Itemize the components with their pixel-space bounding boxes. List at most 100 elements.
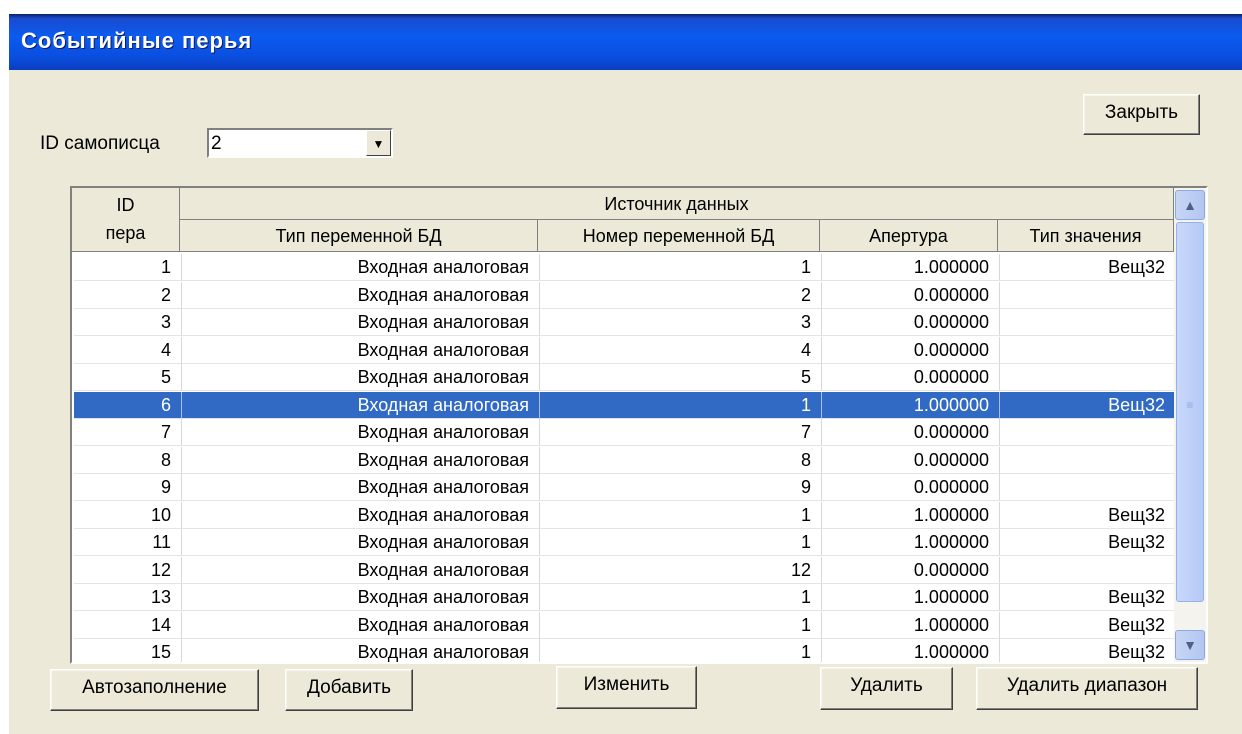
cell-pen-id[interactable]: 6 (74, 391, 182, 419)
cell-var-type[interactable]: Входная аналоговая (182, 364, 540, 391)
cell-aperture[interactable]: 1.000000 (822, 529, 1000, 556)
cell-var-number[interactable]: 1 (540, 611, 822, 639)
cell-value-type[interactable]: Вещ32 (1000, 529, 1176, 556)
add-button[interactable]: Добавить (285, 669, 413, 711)
cell-var-type[interactable]: Входная аналоговая (182, 556, 540, 584)
vertical-scrollbar[interactable]: ▲ ≡ ▼ (1174, 188, 1206, 662)
cell-aperture[interactable]: 1.000000 (822, 639, 1000, 662)
cell-var-number[interactable]: 2 (540, 281, 822, 309)
table-row[interactable]: 10 Входная аналоговая 1 1.000000 Вещ32 (74, 501, 1176, 529)
table-row[interactable]: 5 Входная аналоговая 5 0.000000 (74, 364, 1176, 391)
table-row[interactable]: 2 Входная аналоговая 2 0.000000 (74, 281, 1176, 309)
autofill-button[interactable]: Автозаполнение (50, 669, 259, 711)
table-row[interactable]: 14 Входная аналоговая 1 1.000000 Вещ32 (74, 611, 1176, 639)
cell-var-number[interactable]: 1 (540, 254, 822, 281)
scrollbar-thumb[interactable]: ≡ (1176, 222, 1204, 602)
cell-pen-id[interactable]: 13 (74, 584, 182, 611)
cell-var-type[interactable]: Входная аналоговая (182, 639, 540, 662)
column-header-var-number[interactable]: Номер переменной БД (538, 220, 820, 252)
cell-var-type[interactable]: Входная аналоговая (182, 281, 540, 309)
cell-value-type[interactable] (1000, 474, 1176, 501)
cell-var-number[interactable]: 8 (540, 446, 822, 474)
cell-var-number[interactable]: 1 (540, 639, 822, 662)
column-header-pen-id[interactable]: ID пера (72, 188, 180, 252)
cell-value-type[interactable]: Вещ32 (1000, 391, 1176, 419)
edit-button[interactable]: Изменить (556, 666, 697, 709)
cell-aperture[interactable]: 1.000000 (822, 611, 1000, 639)
cell-var-number[interactable]: 1 (540, 391, 822, 419)
cell-value-type[interactable]: Вещ32 (1000, 639, 1176, 662)
table-row[interactable]: 3 Входная аналоговая 3 0.000000 (74, 309, 1176, 336)
table-row[interactable]: 12 Входная аналоговая 12 0.000000 (74, 556, 1176, 584)
table-row[interactable]: 4 Входная аналоговая 4 0.000000 (74, 336, 1176, 364)
cell-aperture[interactable]: 0.000000 (822, 309, 1000, 336)
table-row[interactable]: 7 Входная аналоговая 7 0.000000 (74, 419, 1176, 446)
cell-pen-id[interactable]: 12 (74, 556, 182, 584)
cell-var-type[interactable]: Входная аналоговая (182, 584, 540, 611)
cell-aperture[interactable]: 0.000000 (822, 556, 1000, 584)
cell-var-type[interactable]: Входная аналоговая (182, 446, 540, 474)
table-row[interactable]: 9 Входная аналоговая 9 0.000000 (74, 474, 1176, 501)
cell-var-number[interactable]: 9 (540, 474, 822, 501)
table-row[interactable]: 13 Входная аналоговая 1 1.000000 Вещ32 (74, 584, 1176, 611)
cell-value-type[interactable] (1000, 364, 1176, 391)
cell-var-type[interactable]: Входная аналоговая (182, 391, 540, 419)
cell-var-type[interactable]: Входная аналоговая (182, 529, 540, 556)
cell-pen-id[interactable]: 15 (74, 639, 182, 662)
cell-aperture[interactable]: 1.000000 (822, 391, 1000, 419)
cell-aperture[interactable]: 1.000000 (822, 501, 1000, 529)
cell-aperture[interactable]: 0.000000 (822, 446, 1000, 474)
delete-range-button[interactable]: Удалить диапазон (976, 667, 1198, 710)
cell-pen-id[interactable]: 2 (74, 281, 182, 309)
cell-aperture[interactable]: 0.000000 (822, 419, 1000, 446)
scroll-up-icon[interactable]: ▲ (1175, 190, 1205, 220)
cell-pen-id[interactable]: 1 (74, 254, 182, 281)
cell-var-number[interactable]: 12 (540, 556, 822, 584)
cell-var-number[interactable]: 1 (540, 584, 822, 611)
cell-var-number[interactable]: 7 (540, 419, 822, 446)
cell-aperture[interactable]: 0.000000 (822, 281, 1000, 309)
column-header-aperture[interactable]: Апертура (820, 220, 998, 252)
recorder-id-select[interactable]: 2 ▼ (207, 128, 393, 158)
cell-pen-id[interactable]: 9 (74, 474, 182, 501)
cell-pen-id[interactable]: 11 (74, 529, 182, 556)
cell-aperture[interactable]: 0.000000 (822, 474, 1000, 501)
cell-pen-id[interactable]: 14 (74, 611, 182, 639)
cell-pen-id[interactable]: 7 (74, 419, 182, 446)
table-row[interactable]: 15 Входная аналоговая 1 1.000000 Вещ32 (74, 639, 1176, 662)
cell-var-type[interactable]: Входная аналоговая (182, 336, 540, 364)
table-row[interactable]: 8 Входная аналоговая 8 0.000000 (74, 446, 1176, 474)
cell-var-type[interactable]: Входная аналоговая (182, 309, 540, 336)
scroll-down-icon[interactable]: ▼ (1175, 630, 1205, 660)
cell-var-type[interactable]: Входная аналоговая (182, 611, 540, 639)
cell-pen-id[interactable]: 10 (74, 501, 182, 529)
cell-pen-id[interactable]: 5 (74, 364, 182, 391)
column-header-var-type[interactable]: Тип переменной БД (180, 220, 538, 252)
table-row[interactable]: 1 Входная аналоговая 1 1.000000 Вещ32 (74, 254, 1176, 281)
cell-var-type[interactable]: Входная аналоговая (182, 474, 540, 501)
cell-value-type[interactable] (1000, 309, 1176, 336)
cell-value-type[interactable] (1000, 556, 1176, 584)
table-row[interactable]: 6 Входная аналоговая 1 1.000000 Вещ32 (74, 391, 1176, 419)
cell-pen-id[interactable]: 3 (74, 309, 182, 336)
cell-value-type[interactable]: Вещ32 (1000, 584, 1176, 611)
cell-value-type[interactable] (1000, 336, 1176, 364)
title-bar[interactable]: Событийные перья (9, 14, 1242, 70)
dropdown-arrow-icon[interactable]: ▼ (366, 130, 391, 156)
cell-aperture[interactable]: 0.000000 (822, 364, 1000, 391)
cell-var-number[interactable]: 5 (540, 364, 822, 391)
cell-var-type[interactable]: Входная аналоговая (182, 501, 540, 529)
cell-value-type[interactable]: Вещ32 (1000, 501, 1176, 529)
delete-button[interactable]: Удалить (820, 667, 953, 710)
cell-value-type[interactable] (1000, 446, 1176, 474)
close-button[interactable]: Закрыть (1083, 94, 1200, 135)
cell-var-number[interactable]: 3 (540, 309, 822, 336)
cell-value-type[interactable]: Вещ32 (1000, 254, 1176, 281)
cell-pen-id[interactable]: 4 (74, 336, 182, 364)
cell-var-number[interactable]: 1 (540, 501, 822, 529)
cell-value-type[interactable] (1000, 281, 1176, 309)
cell-var-type[interactable]: Входная аналоговая (182, 419, 540, 446)
table-row[interactable]: 11 Входная аналоговая 1 1.000000 Вещ32 (74, 529, 1176, 556)
cell-value-type[interactable]: Вещ32 (1000, 611, 1176, 639)
column-header-value-type[interactable]: Тип значения (998, 220, 1174, 252)
